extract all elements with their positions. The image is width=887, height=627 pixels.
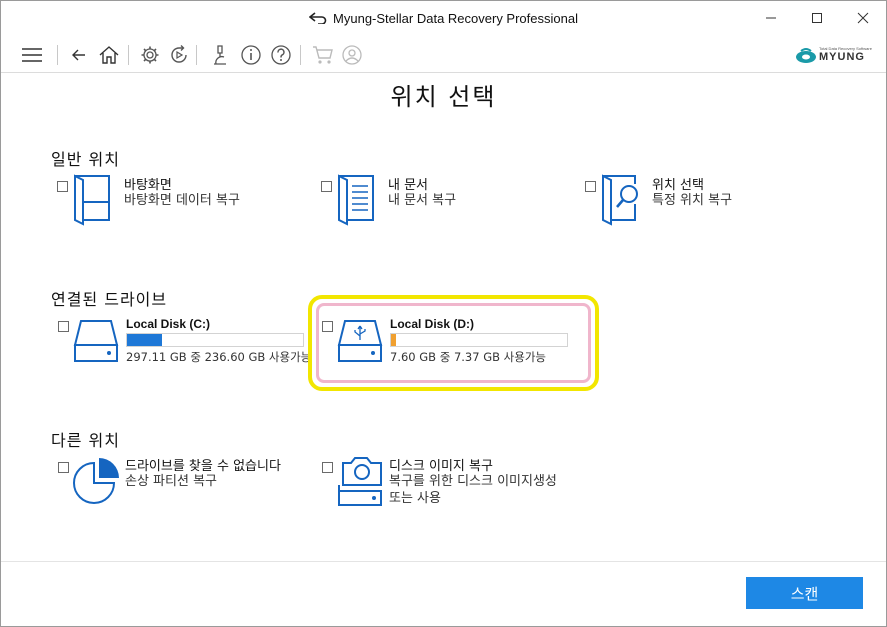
drive-c-checkbox[interactable]: [58, 321, 69, 332]
brand-logo: Total Data Recovery Software MYUNG: [795, 45, 873, 67]
info-button[interactable]: [238, 42, 264, 68]
drive-d-checkbox[interactable]: [322, 321, 333, 332]
toolbar: Total Data Recovery Software MYUNG: [1, 37, 886, 73]
partition-pie-icon: [73, 458, 119, 504]
drive-c-label: Local Disk (C:): [126, 317, 211, 331]
drive-c-usage-fill: [127, 334, 163, 346]
update-icon: [171, 45, 187, 63]
toolbar-divider: [57, 45, 58, 65]
documents-icon: [338, 174, 374, 226]
documents-desc: 내 문서 복구: [388, 193, 457, 208]
minimize-icon: [766, 17, 776, 19]
disk-image-desc-line2: 또는 사용: [389, 491, 441, 506]
choose-location-label: 위치 선택: [652, 178, 704, 193]
drive-d-label: Local Disk (D:): [390, 317, 475, 331]
drive-d-usage-fill: [391, 334, 397, 346]
microscope-icon: [214, 45, 226, 65]
account-button[interactable]: [339, 42, 365, 68]
drive-d-usage-bar: [390, 333, 568, 347]
app-logo-icon: [309, 12, 327, 24]
info-icon: [241, 45, 261, 65]
account-icon: [342, 45, 362, 65]
toolbar-divider: [300, 45, 301, 65]
brand-name: MYUNG: [819, 51, 865, 63]
update-button[interactable]: [166, 42, 192, 68]
disk-image-label: 디스크 이미지 복구: [389, 459, 493, 474]
lost-partition-label: 드라이브를 찾을 수 없습니다: [125, 459, 281, 474]
section-title-drives: 연결된 드라이브: [51, 290, 168, 309]
clean-button[interactable]: [207, 42, 233, 68]
desktop-desc: 바탕화면 데이터 복구: [124, 193, 240, 208]
help-icon: [271, 45, 291, 65]
settings-icon: [141, 46, 159, 64]
close-button[interactable]: [840, 1, 886, 35]
drive-d-info: 7.60 GB 중 7.37 GB 사용가능: [390, 350, 546, 364]
hard-drive-icon: [73, 320, 119, 362]
toolbar-divider: [128, 45, 129, 65]
app-window: Myung-Stellar Data Recovery Professional: [0, 0, 887, 627]
back-button[interactable]: [66, 42, 92, 68]
toolbar-divider: [196, 45, 197, 65]
drive-c-info: 297.11 GB 중 236.60 GB 사용가능: [126, 350, 312, 364]
disk-image-desc: 복구를 위한 디스크 이미지생성: [389, 474, 557, 489]
desktop-label: 바탕화면: [124, 178, 172, 193]
choose-location-desc: 특정 위치 복구: [652, 193, 733, 208]
desktop-checkbox[interactable]: [57, 181, 68, 192]
home-icon: [99, 46, 119, 64]
choose-location-checkbox[interactable]: [585, 181, 596, 192]
page-title: 위치 선택: [390, 83, 497, 111]
maximize-icon: [812, 13, 822, 23]
window-title: Myung-Stellar Data Recovery Professional: [333, 11, 578, 26]
disk-image-checkbox[interactable]: [322, 462, 333, 473]
section-title-common: 일반 위치: [51, 150, 120, 169]
cart-button[interactable]: [310, 42, 336, 68]
home-button[interactable]: [96, 42, 122, 68]
back-icon: [72, 49, 85, 61]
minimize-button[interactable]: [748, 1, 794, 35]
scan-button[interactable]: 스캔: [746, 577, 863, 609]
usb-drive-icon: [337, 320, 383, 362]
menu-icon: [22, 48, 42, 62]
disk-image-icon: [338, 457, 382, 506]
documents-checkbox[interactable]: [321, 181, 332, 192]
lost-partition-desc: 손상 파티션 복구: [125, 474, 217, 489]
lost-partition-checkbox[interactable]: [58, 462, 69, 473]
drive-c-usage-bar: [126, 333, 304, 347]
maximize-button[interactable]: [794, 1, 840, 35]
desktop-icon: [74, 174, 110, 226]
documents-label: 내 문서: [388, 178, 429, 193]
close-icon: [857, 12, 869, 24]
footer-divider: [1, 561, 886, 562]
title-bar: Myung-Stellar Data Recovery Professional: [1, 1, 886, 37]
settings-button[interactable]: [137, 42, 163, 68]
section-title-other: 다른 위치: [51, 431, 120, 450]
menu-button[interactable]: [19, 42, 45, 68]
cart-icon: [313, 46, 333, 64]
folder-search-icon: [602, 174, 638, 226]
help-button[interactable]: [268, 42, 294, 68]
